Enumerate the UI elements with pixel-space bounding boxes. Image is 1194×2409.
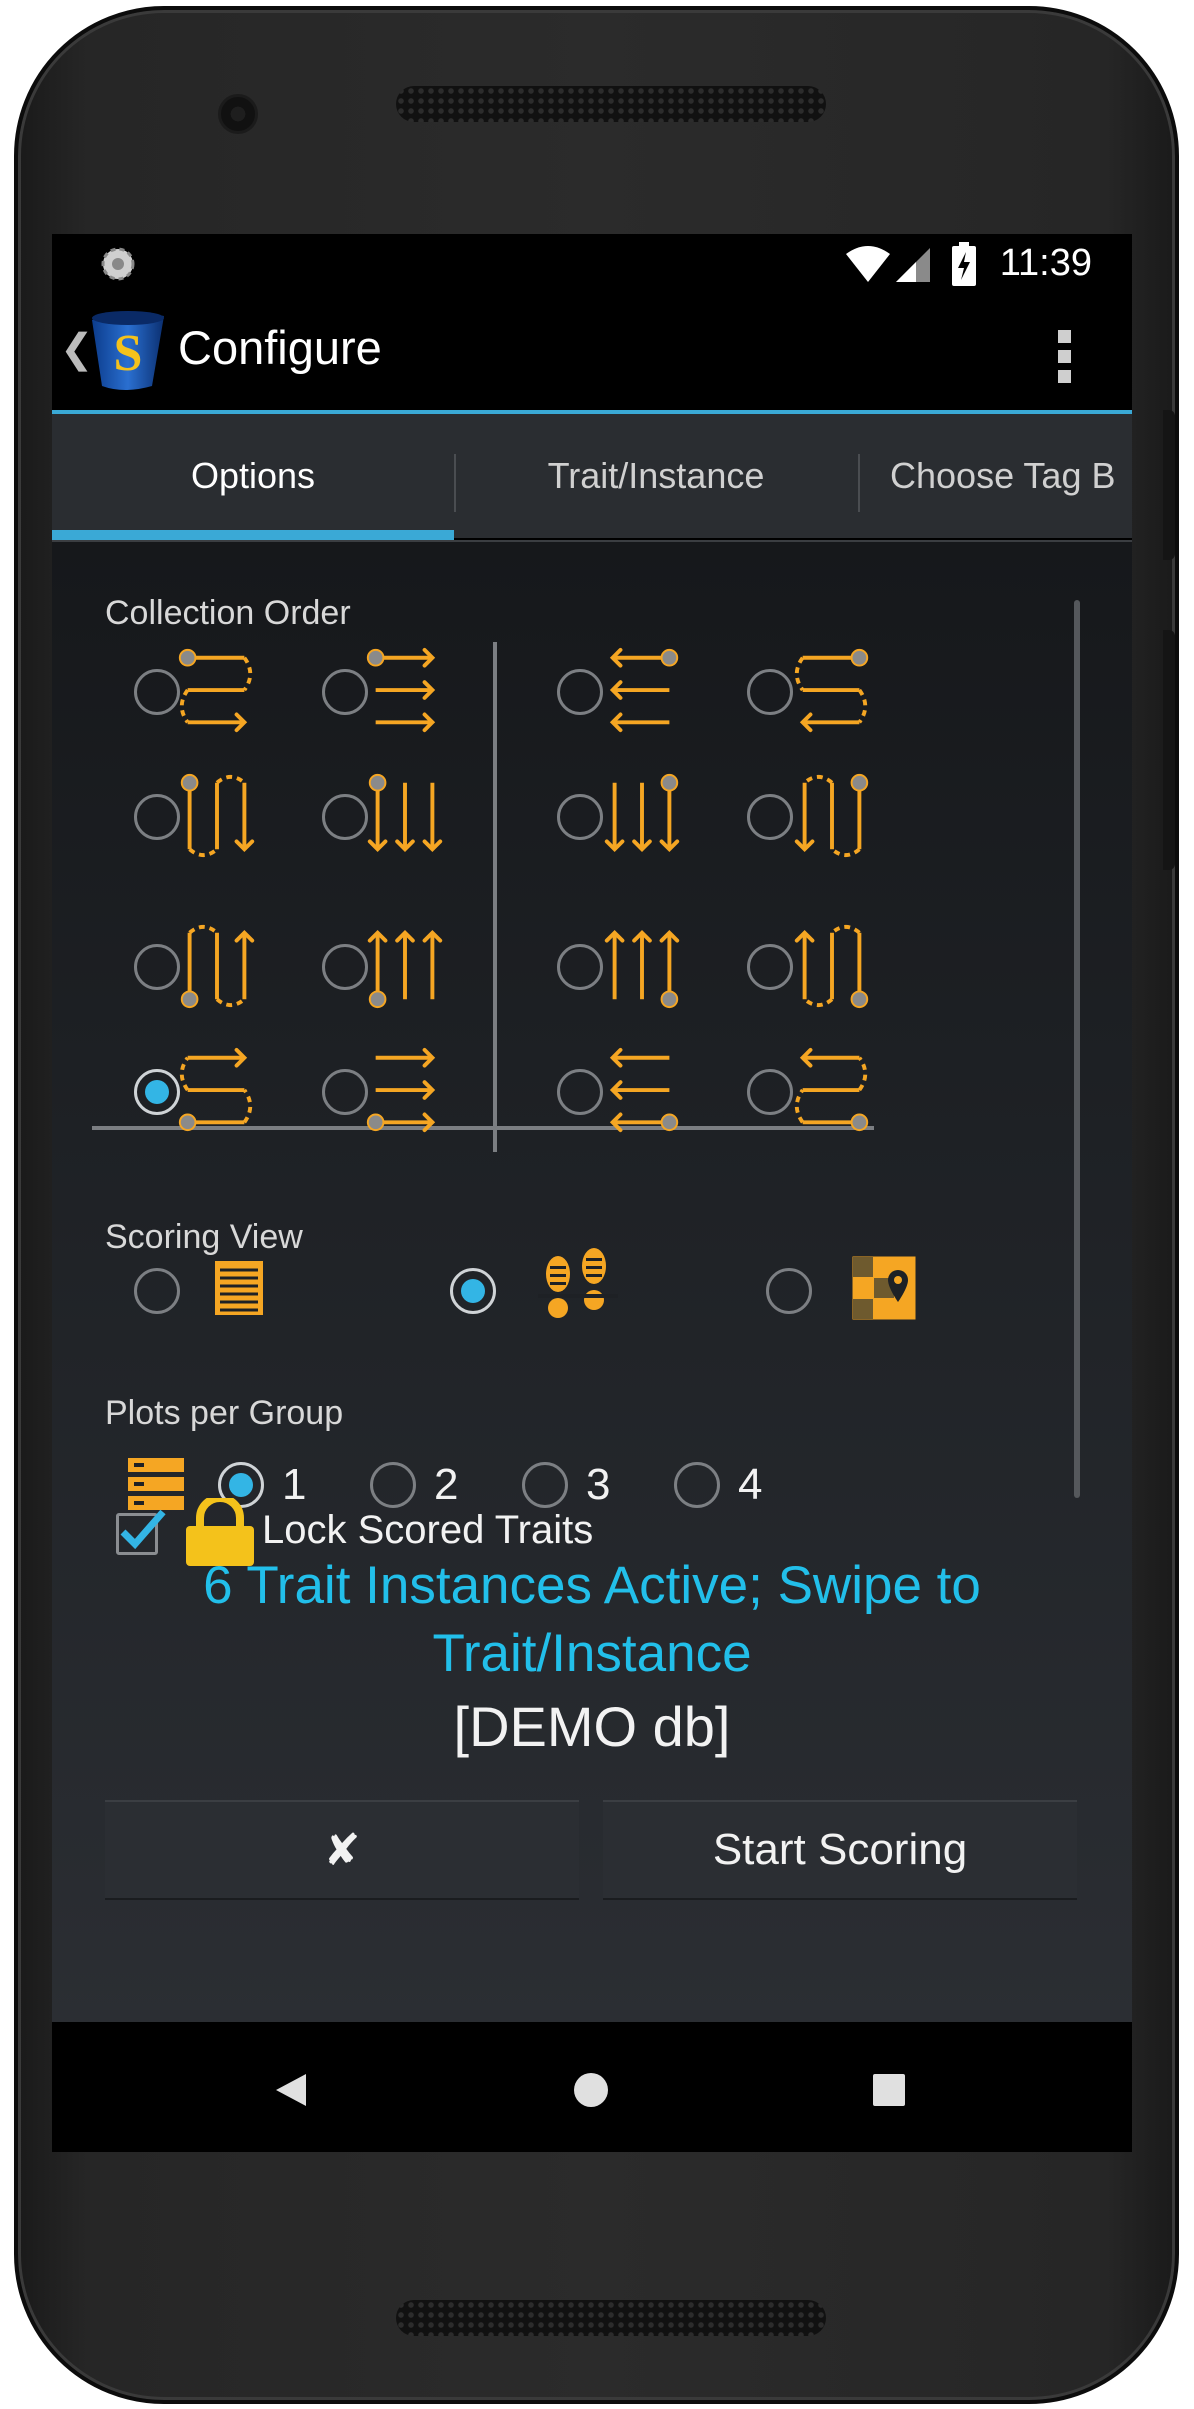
collection-order-radio[interactable] (322, 794, 368, 840)
scoring-view-list-radio[interactable] (134, 1268, 180, 1314)
system-navigation-bar (52, 2028, 1132, 2152)
home-icon[interactable] (573, 2072, 609, 2108)
plots-per-group-radio-2[interactable] (370, 1462, 416, 1508)
action-bar: ❮ S Configure (52, 296, 1132, 410)
checkmark-icon (120, 1509, 166, 1550)
collection-order-radio[interactable] (322, 944, 368, 990)
collection-order-pattern-icon (366, 1047, 436, 1133)
collection-order-label: Collection Order (105, 594, 351, 632)
volume-button (1163, 630, 1175, 870)
device-screen: 11:39 ❮ S Configure Options Trait/Instan… (52, 234, 1132, 2152)
plots-per-group-radio-3[interactable] (522, 1462, 568, 1508)
recents-icon[interactable] (872, 2073, 906, 2107)
app-logo-icon[interactable]: S (84, 306, 170, 392)
scoring-view-label: Scoring View (105, 1218, 303, 1256)
tab-options-label: Options (190, 455, 316, 496)
collection-order-pattern-icon (180, 924, 255, 1009)
collection-order-radio[interactable] (557, 794, 603, 840)
collection-order-pattern-icon (366, 647, 436, 733)
collection-order-radio[interactable] (747, 1069, 793, 1115)
status-time: 11:39 (999, 242, 1092, 284)
collection-order-pattern-icon (794, 1047, 869, 1132)
footprints-icon (538, 1248, 618, 1318)
screen-title: Configure (178, 321, 382, 374)
plots-per-group-radio-4[interactable] (674, 1462, 720, 1508)
collection-order-radio[interactable] (134, 669, 180, 715)
collection-order-radio[interactable] (134, 794, 180, 840)
plots-per-group-label: Plots per Group (105, 1394, 344, 1432)
start-scoring-button-label: Start Scoring (712, 1825, 968, 1874)
overflow-menu-icon[interactable] (1058, 330, 1072, 383)
collection-order-pattern-icon (604, 773, 680, 853)
collection-order-radio[interactable] (557, 944, 603, 990)
collection-order-pattern-icon (609, 647, 679, 733)
cell-signal-icon (896, 248, 930, 282)
tab-choose-tag-label: Choose Tag B (890, 455, 1116, 496)
collection-order-pattern-icon (367, 929, 443, 1009)
lock-scored-traits-label: Lock Scored Traits (262, 1508, 594, 1552)
active-instances-status: 6 Trait Instances Active; Swipe to Trait… (203, 1556, 981, 1683)
back-icon[interactable] (274, 2072, 308, 2108)
cancel-button[interactable]: ✘ (105, 1800, 579, 1900)
svg-text:S: S (114, 325, 143, 382)
tab-trait-instance-label: Trait/Instance (547, 455, 765, 496)
tab-choose-tag[interactable]: Choose Tag B (860, 414, 1132, 538)
collection-order-pattern-icon (180, 773, 255, 858)
wifi-icon (846, 246, 890, 282)
sync-indicator-icon (101, 247, 135, 281)
collection-order-radio[interactable] (557, 1069, 603, 1115)
collection-order-pattern-icon (794, 773, 869, 858)
start-scoring-button[interactable]: Start Scoring (603, 1800, 1077, 1900)
collection-order-pattern-icon (794, 648, 869, 733)
top-speaker-grille (396, 86, 826, 122)
database-label: [DEMO db] (453, 1695, 731, 1758)
plots-per-group-option-1: 1 (282, 1460, 307, 1509)
power-button (1163, 410, 1175, 560)
collection-order-radio[interactable] (322, 669, 368, 715)
collection-order-radio[interactable] (322, 1069, 368, 1115)
status-bar: 11:39 (52, 234, 1132, 296)
collection-order-pattern-icon (609, 1047, 679, 1133)
tab-options[interactable]: Options (52, 414, 454, 538)
collection-order-radio[interactable] (134, 1069, 180, 1115)
scoring-view-walk-radio[interactable] (450, 1268, 496, 1314)
tab-trait-instance[interactable]: Trait/Instance (456, 414, 856, 538)
collection-order-pattern-icon (604, 929, 680, 1009)
bottom-speaker-grille (396, 2300, 826, 2336)
collection-order-pattern-icon (367, 773, 443, 853)
collection-order-radio[interactable] (557, 669, 603, 715)
options-panel: Collection Order Scoring View Plots per … (52, 542, 1132, 2022)
map-pin-icon (852, 1256, 916, 1320)
collection-order-radio[interactable] (747, 669, 793, 715)
plots-per-group-option-2: 2 (434, 1460, 459, 1509)
collection-order-radio[interactable] (747, 944, 793, 990)
list-icon (215, 1261, 263, 1315)
plots-per-group-option-3: 3 (586, 1460, 611, 1509)
stacked-rows-icon (128, 1458, 184, 1510)
lock-scored-traits-checkbox[interactable] (116, 1509, 166, 1555)
cancel-button-label: ✘ (323, 1825, 361, 1875)
battery-charging-icon (952, 242, 976, 286)
quadrant-divider-vertical (493, 642, 497, 1152)
tab-bar: Options Trait/Instance Choose Tag B (52, 414, 1132, 538)
collection-order-pattern-icon (794, 924, 869, 1009)
scrollbar[interactable] (1074, 600, 1080, 1498)
collection-order-pattern-icon (178, 1047, 253, 1132)
collection-order-pattern-icon (178, 648, 253, 733)
collection-order-radio[interactable] (134, 944, 180, 990)
front-camera (218, 94, 258, 134)
collection-order-radio[interactable] (747, 794, 793, 840)
plots-per-group-option-4: 4 (738, 1460, 763, 1509)
scoring-view-map-radio[interactable] (766, 1268, 812, 1314)
